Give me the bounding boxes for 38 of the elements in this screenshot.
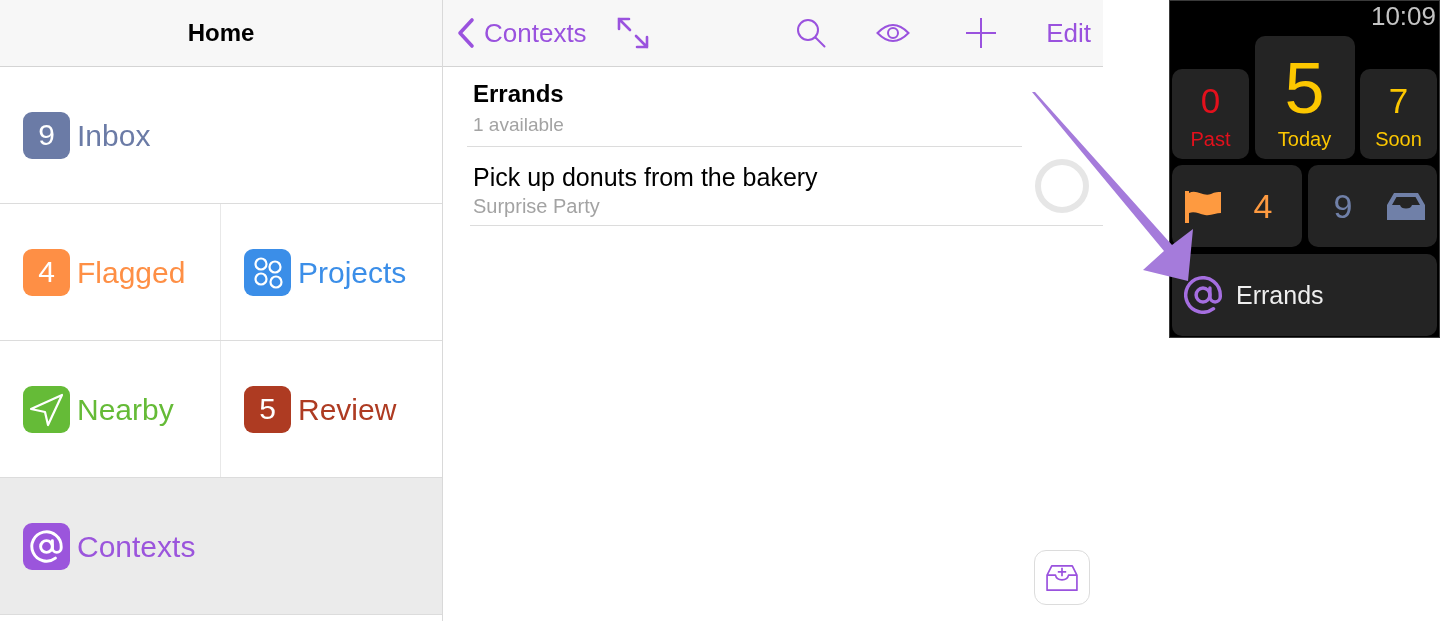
flag-icon	[1185, 189, 1221, 223]
sidebar-title: Home	[187, 18, 255, 48]
forecast-label: Today	[1277, 127, 1332, 151]
count-badge: 9	[23, 111, 70, 159]
forecast-count: 0	[1200, 83, 1221, 119]
sidebar-item[interactable]: Contexts	[0, 478, 442, 614]
forecast-label: Soon	[1375, 127, 1422, 151]
expand-icon[interactable]	[616, 17, 649, 49]
context-tile[interactable]: Errands	[1172, 254, 1437, 336]
count-badge: 4	[23, 248, 70, 296]
task-checkbox[interactable]	[1034, 158, 1090, 214]
context-title: Errands	[473, 80, 565, 108]
search-icon[interactable]	[796, 18, 827, 48]
eye-icon[interactable]	[876, 22, 911, 44]
add-icon[interactable]	[965, 17, 998, 49]
forecast-tile[interactable]: 5 Today	[1254, 36, 1355, 159]
inbox-tile[interactable]: 9	[1307, 165, 1437, 247]
chevron-left-icon	[455, 17, 475, 49]
shortcut-count: 4	[1253, 188, 1273, 224]
at-sign-icon	[1184, 276, 1222, 314]
forecast-count: 5	[1284, 52, 1325, 124]
shortcut-count: 9	[1333, 188, 1353, 224]
watch-time: 10:09	[1370, 1, 1437, 31]
add-to-inbox-button[interactable]	[1034, 550, 1090, 605]
inbox-plus-icon	[1045, 563, 1079, 592]
forecast-count: 7	[1388, 83, 1409, 119]
edit-button[interactable]: Edit	[1046, 13, 1091, 53]
count-badge: 5	[244, 385, 291, 433]
forecast-tile[interactable]: 7 Soon	[1360, 69, 1437, 159]
context-label: Errands	[1236, 280, 1324, 310]
task-title: Pick up donuts from the bakery	[473, 162, 819, 192]
back-button[interactable]: Contexts	[455, 13, 587, 53]
forecast-tile[interactable]: 0 Past	[1172, 69, 1249, 159]
task-project: Surprise Party	[473, 194, 601, 218]
inbox-tray-icon	[1387, 192, 1425, 220]
availability-count: 1 available	[473, 114, 565, 136]
forecast-label: Past	[1190, 127, 1231, 151]
flagged-tile[interactable]: 4	[1172, 165, 1302, 247]
